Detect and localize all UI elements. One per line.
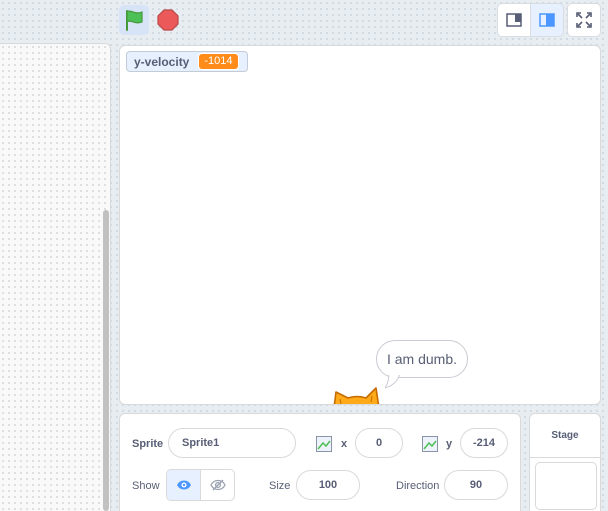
normal-stage-button[interactable] [530, 3, 564, 37]
small-stage-icon [506, 13, 522, 27]
show-visible-button[interactable] [167, 470, 201, 500]
fullscreen-button[interactable] [567, 3, 601, 37]
variable-monitor: y-velocity -1014 [126, 51, 248, 72]
sprite-info-panel: Sprite Sprite1 x 0 y -214 Show Size 100 [119, 413, 521, 511]
normal-stage-icon [539, 13, 555, 27]
stage-thumbnail[interactable] [535, 462, 597, 510]
show-toggle-group [166, 469, 235, 501]
stop-sign-icon [157, 9, 179, 31]
cat-sprite[interactable] [332, 386, 384, 405]
y-label: y [446, 438, 453, 450]
fullscreen-icon [576, 12, 592, 28]
stop-button[interactable] [153, 5, 183, 35]
stage-selector-panel[interactable]: Stage [529, 413, 601, 511]
green-flag-icon [126, 10, 143, 31]
code-area-scrollbar[interactable] [103, 210, 109, 511]
direction-label: Direction [396, 480, 440, 492]
x-position-icon [316, 436, 332, 452]
small-stage-button[interactable] [497, 3, 531, 37]
y-position-field[interactable]: -214 [460, 428, 508, 458]
size-label: Size [269, 480, 291, 492]
show-hidden-button[interactable] [201, 470, 234, 500]
stage-canvas[interactable]: y-velocity -1014 I am dumb. [119, 45, 601, 405]
code-area[interactable] [0, 43, 111, 511]
stage-panel-title: Stage [530, 414, 600, 458]
monitor-label: y-velocity [134, 54, 190, 69]
eye-icon [176, 480, 191, 490]
speech-bubble-tail [385, 373, 401, 389]
sprite-label: Sprite [132, 438, 164, 450]
y-position-icon [422, 436, 438, 452]
x-label: x [341, 438, 348, 450]
show-label: Show [132, 480, 160, 492]
eye-slash-icon [209, 479, 226, 491]
size-field[interactable]: 100 [296, 470, 360, 500]
monitor-value: -1014 [198, 53, 239, 70]
direction-field[interactable]: 90 [444, 470, 508, 500]
x-position-field[interactable]: 0 [355, 428, 403, 458]
sprite-name-field[interactable]: Sprite1 [168, 428, 296, 458]
green-flag-button[interactable] [119, 5, 149, 35]
speech-bubble-text: I am dumb. [386, 351, 458, 367]
